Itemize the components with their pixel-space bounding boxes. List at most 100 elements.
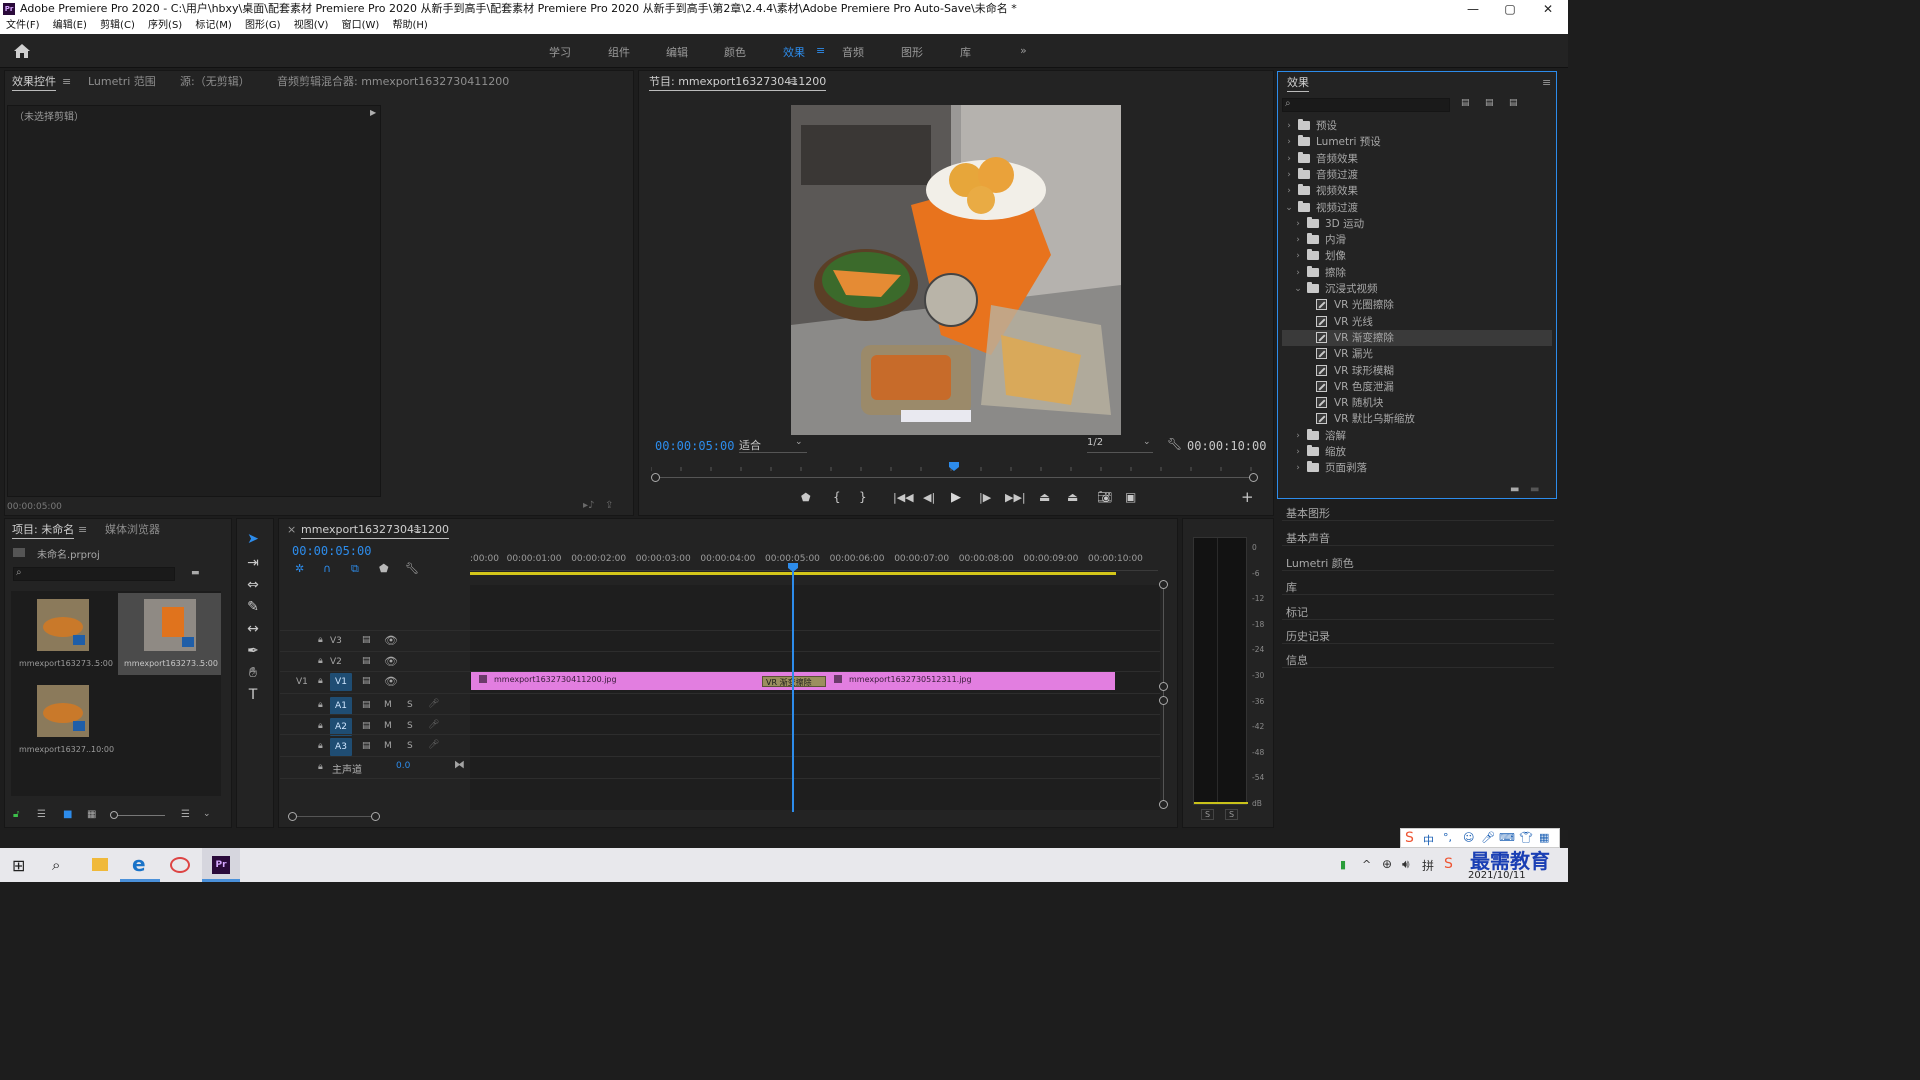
chevron-right-icon[interactable]: › (1293, 248, 1303, 264)
insert-nest-icon[interactable]: ✲ (295, 562, 304, 575)
eye-icon[interactable]: 👁︎ (384, 655, 398, 668)
sort-icon[interactable]: ☰ (181, 809, 190, 820)
panel-essential-graphics[interactable]: 基本图形 (1286, 505, 1330, 521)
chevron-right-icon[interactable]: › (1293, 216, 1303, 232)
lock-icon[interactable]: 🔒︎ (318, 700, 323, 710)
workspace-menu-icon[interactable]: ≡ (816, 44, 825, 57)
effects-tree-item[interactable]: VR 球形模糊 (1282, 363, 1552, 379)
accelerated-effects-icon[interactable]: ▤ (1461, 98, 1470, 108)
resolution-dropdown[interactable]: 1/2 ⌄ (1087, 437, 1153, 453)
menu-window[interactable]: 窗口(W) (342, 20, 380, 31)
new-bin-icon[interactable]: ▬ (191, 568, 200, 578)
panel-lumetri-color[interactable]: Lumetri 颜色 (1286, 555, 1354, 571)
menu-clip[interactable]: 剪辑(C) (100, 20, 135, 31)
chevron-right-icon[interactable]: › (1293, 444, 1303, 460)
effects-panel-menu-icon[interactable]: ≡ (1542, 72, 1551, 94)
solo-right-button[interactable]: S (1225, 809, 1239, 820)
ime-skin-icon[interactable]: 👕︎ (1519, 831, 1533, 844)
vscroll-handle-mid2[interactable] (1159, 696, 1168, 705)
panel-essential-sound[interactable]: 基本声音 (1286, 530, 1330, 546)
hscroll-handle-right[interactable] (371, 812, 380, 821)
audio-track-target-button[interactable]: A3 (330, 738, 352, 756)
chevron-down-icon[interactable]: ⌄ (1293, 281, 1303, 297)
ime-punct-icon[interactable]: °, (1443, 831, 1452, 844)
snipping-tool-icon[interactable] (170, 857, 190, 873)
chevron-right-icon[interactable]: › (1293, 428, 1303, 444)
program-timecode[interactable]: 00:00:05:00 (655, 439, 734, 453)
workspace-graphics[interactable]: 图形 (901, 44, 923, 60)
toggle-sync-icon[interactable]: ▤ (362, 656, 371, 666)
chevron-right-icon[interactable]: › (1293, 460, 1303, 476)
sequence-tab[interactable]: mmexport1632730411200 (301, 519, 450, 541)
mute-button[interactable]: M (384, 721, 392, 731)
close-button[interactable]: ✕ (1530, 0, 1566, 18)
tab-audio-clip-mixer[interactable]: 音频剪辑混合器: mmexport1632730411200 (277, 71, 509, 93)
effects-tree-item[interactable]: VR 色度泄漏 (1282, 379, 1552, 395)
project-item[interactable]: mmexport16327... 10:00 (13, 679, 115, 761)
effects-tree-item[interactable]: › 内滑 (1282, 232, 1552, 248)
effects-panel-title[interactable]: 效果 (1287, 72, 1309, 94)
32bit-effects-icon[interactable]: ▤ (1485, 98, 1494, 108)
effects-tree-item[interactable]: VR 光线 (1282, 314, 1552, 330)
program-time-ruler[interactable] (650, 459, 1259, 471)
go-to-out-icon[interactable]: ▶▶| (1005, 491, 1026, 504)
chevron-right-icon[interactable]: › (1293, 265, 1303, 281)
minimize-button[interactable]: — (1455, 0, 1491, 18)
menu-help[interactable]: 帮助(H) (393, 20, 428, 31)
ripple-edit-tool-icon[interactable]: ⇔ (243, 575, 263, 595)
home-icon[interactable] (14, 44, 30, 58)
thumbnail-size-slider[interactable] (113, 815, 165, 816)
tab-source[interactable]: 源:（无剪辑） (180, 71, 250, 93)
chevron-right-icon[interactable]: › (1284, 134, 1294, 150)
camera-icon[interactable]: 📷︎ (1097, 490, 1112, 504)
lock-icon[interactable]: 🔓︎ (13, 809, 19, 820)
clip-2-name[interactable]: mmexport1632730512311.jpg (849, 675, 972, 684)
tray-network-icon[interactable]: ⊕ (1382, 857, 1392, 871)
solo-button[interactable]: S (407, 721, 413, 731)
effects-tree-item[interactable]: ⌄ 沉浸式视频 (1282, 281, 1552, 297)
slip-tool-icon[interactable]: ↔ (243, 619, 263, 639)
workspace-audio[interactable]: 音频 (842, 44, 864, 60)
tab-project[interactable]: 项目: 未命名 (12, 519, 75, 541)
microphone-icon[interactable]: 🎤︎ (428, 740, 439, 750)
solo-button[interactable]: S (407, 741, 413, 751)
go-to-in-icon[interactable]: |◀◀ (893, 491, 914, 504)
type-tool-icon[interactable]: T (243, 685, 263, 705)
add-marker-icon[interactable]: ⬟ (379, 562, 389, 575)
effects-search-input[interactable]: ⌕ (1282, 98, 1450, 112)
search-icon[interactable]: ⌕ (52, 856, 60, 874)
expand-arrow-icon[interactable]: ▶ (370, 108, 376, 117)
chevron-right-icon[interactable]: › (1284, 118, 1294, 134)
chevron-right-icon[interactable]: › (1284, 167, 1294, 183)
vscroll-handle-bottom[interactable] (1159, 800, 1168, 809)
effect-controls-menu-icon[interactable]: ≡ (62, 71, 71, 93)
add-marker-icon[interactable]: ⬟ (801, 491, 811, 504)
ime-menu-icon[interactable]: ▦ (1539, 831, 1549, 844)
sogou-ime-icon[interactable]: S (1444, 856, 1453, 872)
audio-track-target-button[interactable]: A2 (330, 717, 352, 736)
toggle-sync-icon[interactable]: ▤ (362, 635, 371, 645)
ime-emoji-icon[interactable]: ☺ (1463, 831, 1474, 844)
lock-icon[interactable]: 🔒︎ (318, 656, 323, 666)
menu-markers[interactable]: 标记(M) (195, 20, 231, 31)
wrench-icon[interactable]: 🔧︎ (1167, 437, 1182, 451)
menu-sequence[interactable]: 序列(S) (148, 20, 182, 31)
effects-tree-item[interactable]: › 音频效果 (1282, 151, 1552, 167)
transition-clip[interactable]: VR 渐变擦除 (762, 676, 826, 687)
lock-icon[interactable]: 🔒︎ (318, 635, 323, 645)
yuv-effects-icon[interactable]: ▤ (1509, 98, 1518, 108)
freeform-view-icon[interactable]: ▦ (87, 809, 96, 820)
panel-markers[interactable]: 标记 (1286, 604, 1308, 620)
effects-tree-item[interactable]: › 3D 运动 (1282, 216, 1552, 232)
zoom-handle-left[interactable] (651, 473, 660, 482)
effects-tree-item[interactable]: › 音频过渡 (1282, 167, 1552, 183)
filter-icon[interactable]: ▸♪ (583, 500, 594, 511)
close-sequence-icon[interactable]: × (287, 519, 296, 541)
effects-tree-item[interactable]: › 擦除 (1282, 265, 1552, 281)
windows-start-icon[interactable]: ⊞ (12, 856, 25, 875)
ime-keyboard-icon[interactable]: ⌨ (1499, 831, 1515, 844)
export-frame-icon[interactable]: ⇪ (605, 500, 613, 511)
track-target-button[interactable]: V1 (330, 673, 352, 691)
pen-tool-icon[interactable]: ✒ (243, 641, 263, 661)
ime-voice-icon[interactable]: 🎤︎ (1481, 831, 1495, 844)
